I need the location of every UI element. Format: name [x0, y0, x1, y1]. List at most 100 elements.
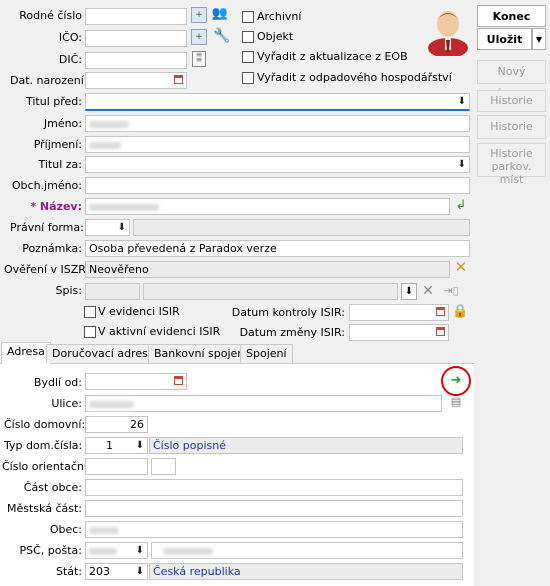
dic-input[interactable] — [85, 52, 187, 69]
mestska-cast-input[interactable] — [85, 500, 463, 517]
dic-label: DIČ: — [58, 53, 82, 66]
redacted-text — [89, 120, 129, 128]
nazev-input[interactable] — [85, 198, 450, 215]
stat-code-value: 203 — [89, 565, 110, 578]
poznamka-label: Poznámka: — [22, 242, 82, 255]
spis-text — [143, 283, 398, 300]
dat-narozeni-input[interactable] — [85, 72, 187, 89]
objekt-checkbox[interactable] — [242, 31, 254, 43]
historie-parkov-button[interactable]: Historie parkov. míst — [477, 143, 546, 186]
overeni-iszr-label: Ověření v ISZR: — [4, 263, 90, 276]
rodne-cislo-input[interactable] — [85, 8, 187, 25]
cislo-domovni-label: Číslo domovní: — [4, 418, 86, 431]
wrench-icon[interactable]: 🔧 — [213, 28, 230, 46]
stat-code[interactable]: 203 ⬇ — [85, 563, 148, 580]
jmeno-input[interactable] — [85, 115, 470, 132]
return-arrow-icon[interactable]: ↲ — [453, 198, 469, 214]
ulozit-button[interactable]: Uložit — [477, 28, 532, 50]
cislo-orientacni-pismeno[interactable] — [151, 458, 176, 475]
dat-narozeni-label: Dat. narození: — [10, 74, 88, 87]
calendar-icon[interactable] — [174, 75, 183, 84]
archivni-label: Archivní — [257, 10, 302, 23]
cislo-domovni-input[interactable]: 26 — [85, 416, 148, 433]
titul-pred-select[interactable]: ⬇ — [85, 93, 470, 111]
titul-pred-label: Titul před: — [26, 95, 82, 108]
poznamka-input[interactable]: Osoba převedená z Paradox verze — [85, 240, 470, 257]
obec-label: Obec: — [49, 523, 82, 536]
dropdown-icon[interactable]: ⬇ — [458, 94, 466, 109]
v-aktivni-evidenci-isir-checkbox[interactable] — [84, 326, 96, 338]
open-file-icon[interactable]: ⇥▯ — [439, 283, 463, 300]
go-arrow-icon[interactable]: ➜ — [448, 373, 464, 389]
typ-dom-cisla-code[interactable]: 1 ⬇ — [85, 437, 148, 454]
pravni-forma-text — [133, 219, 470, 236]
konec-button[interactable]: Konec — [477, 5, 546, 27]
cislo-orientacni-label: Číslo orientační: — [2, 460, 91, 473]
bydli-od-input[interactable] — [85, 373, 187, 390]
dropdown-icon[interactable]: ⬇ — [458, 157, 466, 172]
datum-kontroly-isir-input[interactable] — [349, 304, 449, 321]
add-card-icon[interactable]: + — [191, 29, 207, 45]
calendar-icon[interactable] — [436, 307, 445, 316]
archivni-checkbox[interactable] — [242, 11, 254, 23]
clear-icon[interactable]: ✕ — [420, 283, 436, 300]
ico-input[interactable] — [85, 30, 187, 47]
posta-input[interactable] — [151, 542, 463, 559]
v-evidenci-isir-checkbox[interactable] — [84, 306, 96, 318]
psc-posta-label: PSČ, pošta: — [19, 544, 83, 557]
list-icon[interactable]: ≡ ≡ — [192, 51, 206, 67]
obec-input[interactable] — [85, 521, 463, 538]
vyradit-eob-label: Vyřadit z aktualizace z EOB — [257, 50, 408, 63]
obch-jmeno-input[interactable] — [85, 177, 470, 194]
ico-label: IČO: — [58, 31, 82, 44]
dropdown-icon[interactable]: ⬇ — [118, 220, 126, 235]
historie-button[interactable]: Historie — [477, 90, 546, 112]
datum-zmeny-isir-input[interactable] — [349, 324, 449, 341]
calendar-icon[interactable] — [174, 376, 183, 385]
jmeno-label: Jméno: — [43, 117, 82, 130]
cast-obce-input[interactable] — [85, 479, 463, 496]
map-search-icon[interactable]: ▤ — [446, 394, 466, 412]
pravni-forma-code[interactable]: ⬇ — [85, 219, 130, 236]
bydli-od-label: Bydlí od: — [33, 376, 82, 389]
redacted-text — [89, 547, 117, 555]
typ-dom-cisla-code-value: 1 — [106, 439, 113, 452]
tab-dorucovaci-adresa[interactable]: Doručovací adresa — [46, 344, 161, 363]
cast-obce-label: Část obce: — [23, 481, 82, 494]
prijmeni-input[interactable] — [85, 136, 470, 153]
stat-label: Stát: — [55, 565, 82, 578]
redacted-text — [163, 547, 213, 555]
psc-input[interactable]: ⬇ — [85, 542, 148, 559]
cislo-orientacni-input[interactable] — [85, 458, 148, 475]
v-evidenci-isir-label: V evidenci ISIR — [98, 305, 180, 318]
ulozit-dropdown-arrow[interactable]: ▼ — [532, 28, 546, 50]
pravni-forma-label: Právní forma: — [10, 221, 84, 234]
ulice-input[interactable] — [85, 395, 442, 412]
titul-za-select[interactable]: ⬇ — [85, 156, 470, 173]
tools-icon[interactable]: ✕ — [453, 259, 469, 277]
vyradit-eob-checkbox[interactable] — [242, 51, 254, 63]
historie-lozek-button[interactable]: Historie lůžek — [477, 115, 546, 155]
vyradit-odpad-label: Vyřadit z odpadového hospodářství — [257, 71, 452, 84]
novy-zaznam-button[interactable]: Nový záznam — [477, 60, 546, 100]
add-card-icon[interactable]: + — [191, 7, 207, 23]
dropdown-icon[interactable]: ⬇ — [136, 543, 144, 558]
dropdown-icon[interactable]: ⬇ — [136, 438, 144, 453]
redacted-text — [89, 526, 119, 534]
rodne-cislo-label: Rodné číslo — [19, 9, 82, 22]
tab-spojeni[interactable]: Spojení — [240, 344, 293, 363]
dropdown-button[interactable]: ⬇ — [401, 283, 417, 300]
redacted-text — [89, 203, 159, 211]
tab-bankovni-spojeni[interactable]: Bankovní spojení — [148, 344, 254, 363]
persons-icon[interactable]: 👥 — [211, 6, 229, 24]
stat-text: Česká republika — [149, 563, 463, 580]
vyradit-odpad-checkbox[interactable] — [242, 72, 254, 84]
dropdown-icon[interactable]: ⬇ — [136, 564, 144, 579]
redacted-text — [89, 400, 134, 408]
nazev-label: * Název: — [30, 200, 82, 213]
calendar-icon[interactable] — [436, 327, 445, 336]
tab-adresa[interactable]: Adresa — [1, 342, 51, 364]
avatar — [424, 2, 472, 58]
typ-dom-cisla-text: Číslo popisné — [149, 437, 463, 454]
typ-dom-cisla-label: Typ dom.čísla: — [4, 439, 83, 452]
